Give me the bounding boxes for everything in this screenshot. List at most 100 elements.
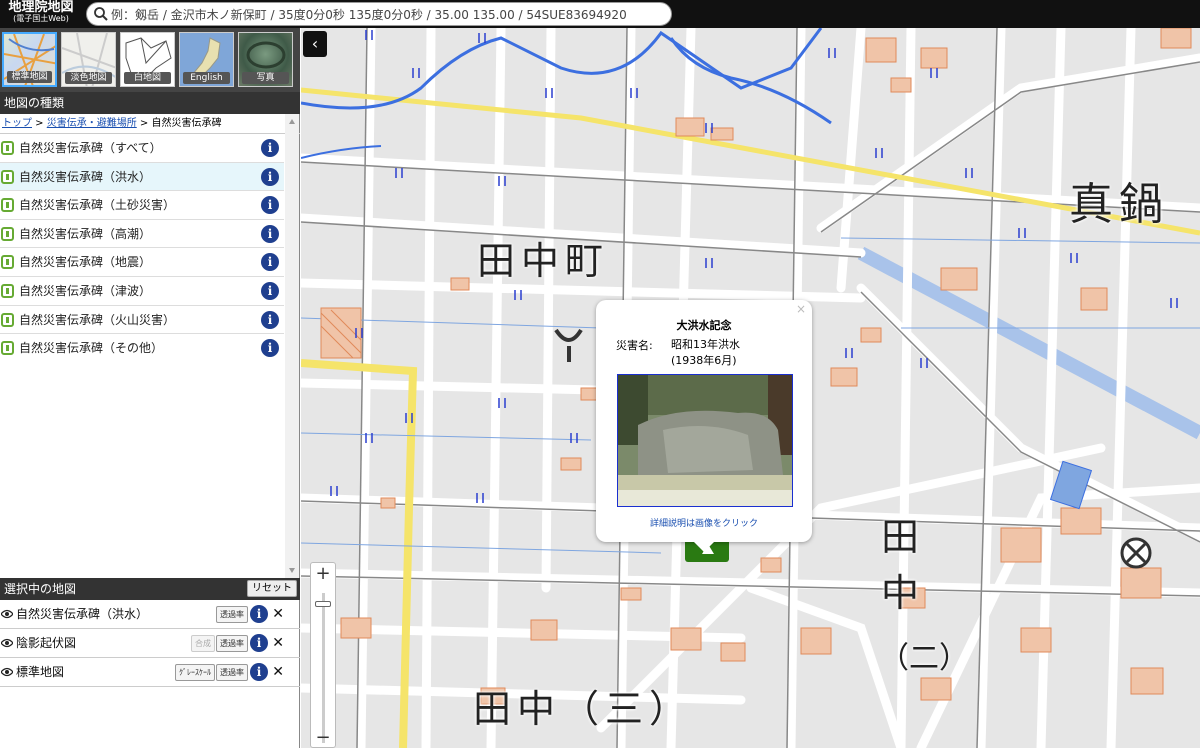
layer-item-storm-surge[interactable]: 自然災害伝承碑（高潮） i xyxy=(0,220,284,249)
info-icon[interactable]: i xyxy=(250,634,268,652)
layer-item-all[interactable]: 自然災害伝承碑（すべて） i xyxy=(0,134,284,163)
selected-layer-label: 自然災害伝承碑（洪水） xyxy=(16,607,149,621)
layer-item-tsunami[interactable]: 自然災害伝承碑（津波） i xyxy=(0,277,284,306)
layer-folder-icon xyxy=(1,169,14,184)
monument-popup: × 大洪水記念 災害名: 昭和13年洪水 (1938年6月) 詳細説明は画像をク… xyxy=(596,300,812,552)
popup-title: 大洪水記念 xyxy=(676,319,732,332)
eye-icon[interactable] xyxy=(1,638,13,648)
layer-item-label: 自然災害伝承碑（地震） xyxy=(19,255,152,270)
zoom-in-button[interactable]: + xyxy=(311,563,335,585)
selected-layer-row: 陰影起伏図 合成 透過率 i ✕ xyxy=(0,629,300,658)
basemap-english[interactable]: English xyxy=(179,32,234,87)
search-input[interactable] xyxy=(111,5,667,24)
logo[interactable]: 地理院地図 (電子国土Web) xyxy=(2,1,80,27)
basemap-photo[interactable]: 写真 xyxy=(238,32,293,87)
breadcrumb-separator: > xyxy=(136,118,152,129)
search-icon[interactable] xyxy=(93,6,109,22)
map-label: （二） xyxy=(879,641,969,676)
disaster-name-label: 災害名: xyxy=(616,339,653,352)
map-label: 田中（三） xyxy=(473,687,694,731)
breadcrumb-category-link[interactable]: 災害伝承・避難場所 xyxy=(47,118,137,129)
breadcrumb-top-link[interactable]: トップ xyxy=(2,118,32,129)
opacity-button[interactable]: 透過率 xyxy=(216,664,248,681)
map-label: 中 xyxy=(881,571,926,615)
layer-item-volcano[interactable]: 自然災害伝承碑（火山災害） i xyxy=(0,306,284,335)
layer-item-other[interactable]: 自然災害伝承碑（その他） i xyxy=(0,334,284,363)
layer-item-earthquake[interactable]: 自然災害伝承碑（地震） i xyxy=(0,248,284,277)
composite-button[interactable]: 合成 xyxy=(191,635,215,652)
info-icon[interactable]: i xyxy=(261,224,279,243)
opacity-button[interactable]: 透過率 xyxy=(216,635,248,652)
layer-item-label: 自然災害伝承碑（津波） xyxy=(19,283,152,298)
layer-list-scrollbar[interactable] xyxy=(285,114,299,578)
breadcrumb: トップ > 災害伝承・避難場所 > 自然災害伝承碑 xyxy=(0,114,300,134)
grayscale-button[interactable]: ｸﾞﾚｰｽｹｰﾙ xyxy=(175,664,215,681)
selected-maps-header: 選択中の地図 リセット xyxy=(0,578,300,600)
info-icon[interactable]: i xyxy=(250,605,268,623)
zoom-slider-handle[interactable] xyxy=(315,601,331,607)
left-panel: 標準地図 淡色地図 白地図 English 写真 地図の種類 トップ > 災害伝… xyxy=(0,28,300,748)
zoom-slider-track[interactable] xyxy=(322,593,325,743)
layer-item-label: 自然災害伝承碑（火山災害） xyxy=(19,312,176,327)
selected-maps-title: 選択中の地図 xyxy=(4,582,77,596)
info-icon[interactable]: i xyxy=(261,281,279,300)
search-box xyxy=(86,2,672,26)
basemap-label: 淡色地図 xyxy=(65,72,112,84)
zoom-control: + − xyxy=(310,562,336,748)
layer-folder-icon xyxy=(1,198,14,213)
layer-folder-icon xyxy=(1,141,14,155)
info-icon[interactable]: i xyxy=(261,310,279,329)
selected-layer-row: 標準地図 ｸﾞﾚｰｽｹｰﾙ 透過率 i ✕ xyxy=(0,658,300,687)
info-icon[interactable]: i xyxy=(261,139,279,157)
map-label: 田中町 xyxy=(477,239,610,283)
breadcrumb-separator: > xyxy=(32,118,47,129)
scroll-arrows-icon xyxy=(289,119,295,573)
layers-panel-title: 地図の種類 xyxy=(0,92,300,114)
map-label: 田 xyxy=(881,515,926,559)
basemap-label: 標準地図 xyxy=(7,71,52,83)
layer-item-label: 自然災害伝承碑（土砂災害） xyxy=(19,198,176,213)
layer-folder-icon xyxy=(1,312,14,327)
basemap-label: 白地図 xyxy=(124,72,171,84)
info-icon[interactable]: i xyxy=(261,196,279,215)
layer-item-label: 自然災害伝承碑（その他） xyxy=(19,341,164,356)
basemap-pale[interactable]: 淡色地図 xyxy=(61,32,116,87)
selected-layer-label: 陰影起伏図 xyxy=(16,636,77,650)
info-icon[interactable]: i xyxy=(250,663,268,681)
basemap-blank[interactable]: 白地図 xyxy=(120,32,175,87)
info-icon[interactable]: i xyxy=(261,339,279,358)
remove-layer-icon[interactable]: ✕ xyxy=(272,600,284,629)
selected-layer-row: 自然災害伝承碑（洪水） 透過率 i ✕ xyxy=(0,600,300,629)
opacity-button[interactable]: 透過率 xyxy=(216,606,248,623)
reset-button[interactable]: リセット xyxy=(247,580,297,597)
layer-folder-icon xyxy=(1,255,14,270)
monument-photo[interactable] xyxy=(617,374,793,507)
disaster-name-value: 昭和13年洪水 (1938年6月) xyxy=(671,337,740,369)
detail-link[interactable]: 詳細説明は画像をクリック xyxy=(596,516,812,529)
map-label: 真鍋 xyxy=(1069,179,1169,230)
top-bar: 地理院地図 (電子国土Web) xyxy=(0,0,1200,28)
monument-photo-image xyxy=(618,375,792,506)
zoom-out-button[interactable]: − xyxy=(311,727,335,749)
basemap-standard[interactable]: 標準地図 xyxy=(2,32,57,87)
remove-layer-icon[interactable]: ✕ xyxy=(272,658,284,687)
basemap-selector: 標準地図 淡色地図 白地図 English 写真 xyxy=(0,28,300,92)
layer-item-label: 自然災害伝承碑（すべて） xyxy=(19,141,162,155)
collapse-panel-button[interactable]: ‹ xyxy=(303,31,327,57)
remove-layer-icon[interactable]: ✕ xyxy=(272,629,284,658)
layer-item-landslide[interactable]: 自然災害伝承碑（土砂災害） i xyxy=(0,191,284,220)
selected-layer-label: 標準地図 xyxy=(16,665,65,679)
layer-item-flood[interactable]: 自然災害伝承碑（洪水） i xyxy=(0,162,284,192)
eye-icon[interactable] xyxy=(1,609,13,619)
layer-item-label: 自然災害伝承碑（洪水） xyxy=(19,169,152,184)
logo-title: 地理院地図 xyxy=(8,0,74,15)
info-icon[interactable]: i xyxy=(261,253,279,272)
eye-icon[interactable] xyxy=(1,667,13,677)
close-popup-icon[interactable]: × xyxy=(796,302,806,316)
layer-folder-icon xyxy=(1,341,14,356)
disaster-name-line: 昭和13年洪水 xyxy=(671,338,740,351)
logo-subtitle: (電子国土Web) xyxy=(13,14,69,23)
breadcrumb-current: 自然災害伝承碑 xyxy=(151,118,222,129)
basemap-label: 写真 xyxy=(242,72,289,84)
info-icon[interactable]: i xyxy=(261,167,279,186)
